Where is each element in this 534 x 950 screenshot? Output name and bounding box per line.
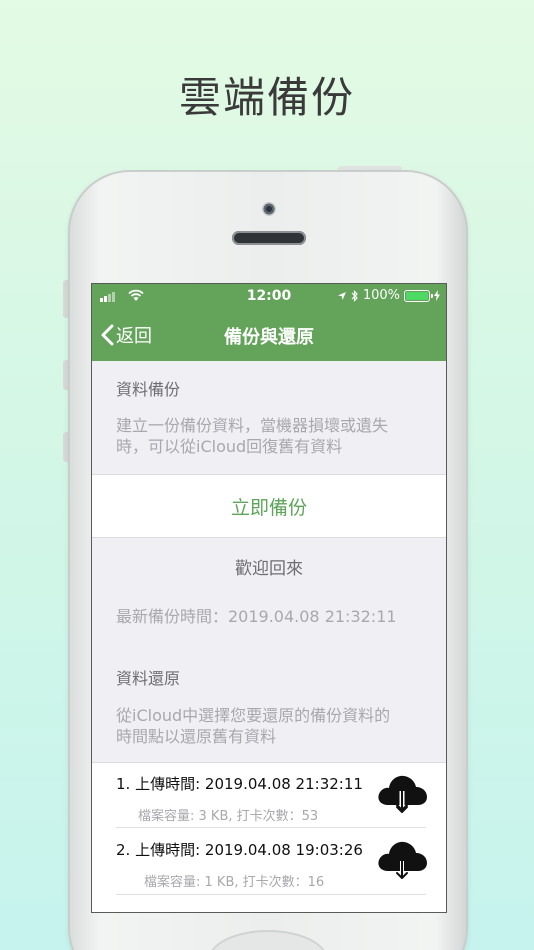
battery-percent: 100% [362, 288, 400, 303]
backup-section-header: 資料備份 [116, 380, 181, 399]
backup-list-item[interactable]: 2. 上傳時間: 2019.04.08 19:03:26 檔案容量: 1 KB,… [116, 829, 428, 893]
restore-description-line-1: 從iCloud中選擇您要還原的備份資料的 [116, 706, 391, 725]
welcome-text: 歡迎回來 [235, 559, 303, 579]
backup-list: 1. 上傳時間: 2019.04.08 21:32:11 檔案容量: 3 KB,… [92, 762, 446, 912]
battery-icon [404, 289, 433, 302]
backup-item-title: 2. 上傳時間: 2019.04.08 19:03:26 [116, 841, 363, 859]
latest-backup-time: 最新備份時間：2019.04.08 21:32:11 [116, 607, 397, 626]
backup-item-detail: 檔案容量: 1 KB, 打卡次數：16 [144, 875, 325, 890]
backup-item-detail: 檔案容量: 3 KB, 打卡次數：53 [138, 809, 319, 824]
charging-bolt-icon [434, 290, 440, 301]
backup-now-label: 立即備份 [230, 496, 307, 519]
earpiece-speaker [232, 231, 306, 245]
status-right-group: 100% [337, 288, 440, 303]
marketing-headline: 雲端備份 [178, 73, 355, 122]
backup-list-item[interactable]: 1. 上傳時間: 2019.04.08 21:32:11 檔案容量: 3 KB,… [116, 763, 428, 827]
navigation-bar: 返回 備份與還原 [92, 308, 446, 361]
list-divider [116, 894, 426, 895]
backup-description-line-2: 時，可以從iCloud回復舊有資料 [116, 437, 343, 456]
bluetooth-icon [351, 289, 358, 302]
backup-now-button[interactable]: 立即備份 [92, 474, 446, 538]
cloud-download-icon[interactable] [376, 771, 428, 815]
restore-section-header: 資料還原 [116, 669, 181, 688]
restore-description-line-2: 時間點以還原舊有資料 [116, 727, 277, 746]
backup-description-line-1: 建立一份備份資料，當機器損壞或遺失 [116, 416, 389, 435]
status-bar: 12:00 100% [92, 284, 446, 308]
list-divider [116, 827, 426, 828]
backup-item-title: 1. 上傳時間: 2019.04.08 21:32:11 [116, 775, 363, 793]
location-arrow-icon [337, 291, 346, 300]
app-screen: 12:00 100% 返回 備份與還原 資料備份 建立一份備份資料，當機器損壞或… [91, 283, 447, 913]
page-title: 備份與還原 [224, 327, 314, 348]
cloud-download-icon[interactable] [376, 837, 428, 881]
front-camera-icon [262, 202, 276, 216]
